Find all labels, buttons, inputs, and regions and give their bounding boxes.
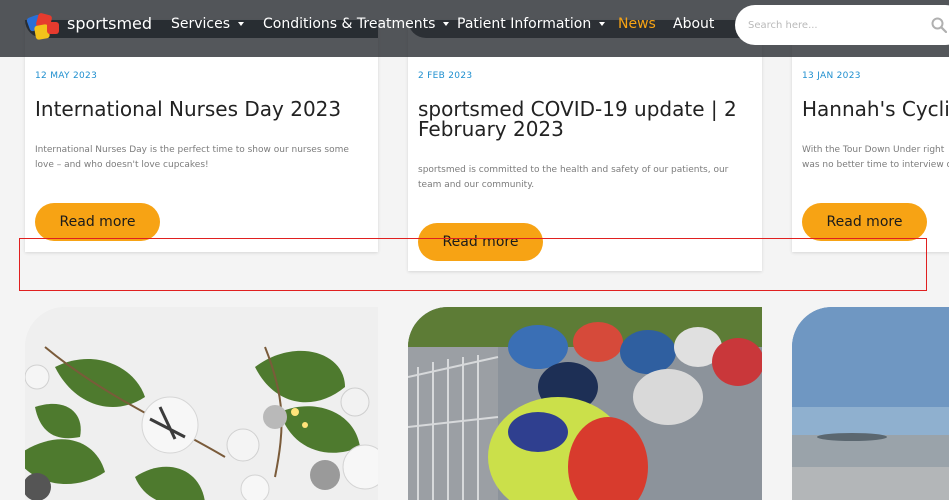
read-more-button[interactable]: Read more bbox=[35, 203, 160, 241]
post-date: 13 JAN 2023 bbox=[802, 71, 861, 81]
post-excerpt-line: was no better time to interview c bbox=[802, 160, 949, 170]
post-card: 2 FEB 2023 sportsmed COVID-19 update | 2… bbox=[408, 20, 762, 271]
post-excerpt: International Nurses Day is the perfect … bbox=[35, 145, 349, 170]
search-icon[interactable] bbox=[931, 17, 947, 33]
caret-down-icon bbox=[443, 22, 450, 26]
search-input[interactable] bbox=[748, 17, 918, 33]
news-page: 12 MAY 2023 International Nurses Day 202… bbox=[0, 0, 949, 500]
post-image-cycling[interactable] bbox=[408, 307, 762, 500]
post-excerpt: With the Tour Down Under right was no be… bbox=[802, 143, 949, 173]
nav-label: Conditions & Treatments bbox=[263, 16, 436, 32]
post-image-christmas-bells[interactable] bbox=[25, 307, 378, 500]
logo-text[interactable]: sportsmed bbox=[67, 14, 152, 33]
post-title[interactable]: International Nurses Day 2023 bbox=[35, 99, 360, 119]
nav-services[interactable]: Services bbox=[171, 16, 245, 32]
nav-conditions-treatments[interactable]: Conditions & Treatments bbox=[263, 16, 450, 32]
nav-about[interactable]: About bbox=[673, 16, 714, 32]
nav-patient-information[interactable]: Patient Information bbox=[457, 16, 606, 32]
nav-label: News bbox=[618, 16, 656, 32]
site-header: sportsmed Services Conditions & Treatmen… bbox=[0, 0, 949, 57]
nav-label: About bbox=[673, 16, 715, 32]
read-more-button[interactable]: Read more bbox=[802, 203, 927, 241]
post-excerpt: sportsmed is committed to the health and… bbox=[418, 165, 729, 190]
nav-label: Patient Information bbox=[457, 16, 592, 32]
post-title[interactable]: Hannah's Cycling bbox=[802, 99, 949, 119]
search-box bbox=[735, 5, 949, 45]
post-date: 2 FEB 2023 bbox=[418, 71, 473, 81]
caret-down-icon bbox=[238, 22, 245, 26]
nav-news[interactable]: News bbox=[618, 16, 656, 32]
highlight-box bbox=[19, 238, 927, 291]
post-excerpt-line: With the Tour Down Under right bbox=[802, 145, 945, 155]
caret-down-icon bbox=[599, 22, 606, 26]
beach-photo bbox=[792, 307, 949, 500]
christmas-bells-photo bbox=[25, 307, 378, 500]
nav-label: Services bbox=[171, 16, 231, 32]
post-image-beach[interactable] bbox=[792, 307, 949, 500]
post-date: 12 MAY 2023 bbox=[35, 71, 98, 81]
cycling-race-photo bbox=[408, 307, 762, 500]
post-title[interactable]: sportsmed COVID-19 update | 2 February 2… bbox=[418, 99, 744, 139]
